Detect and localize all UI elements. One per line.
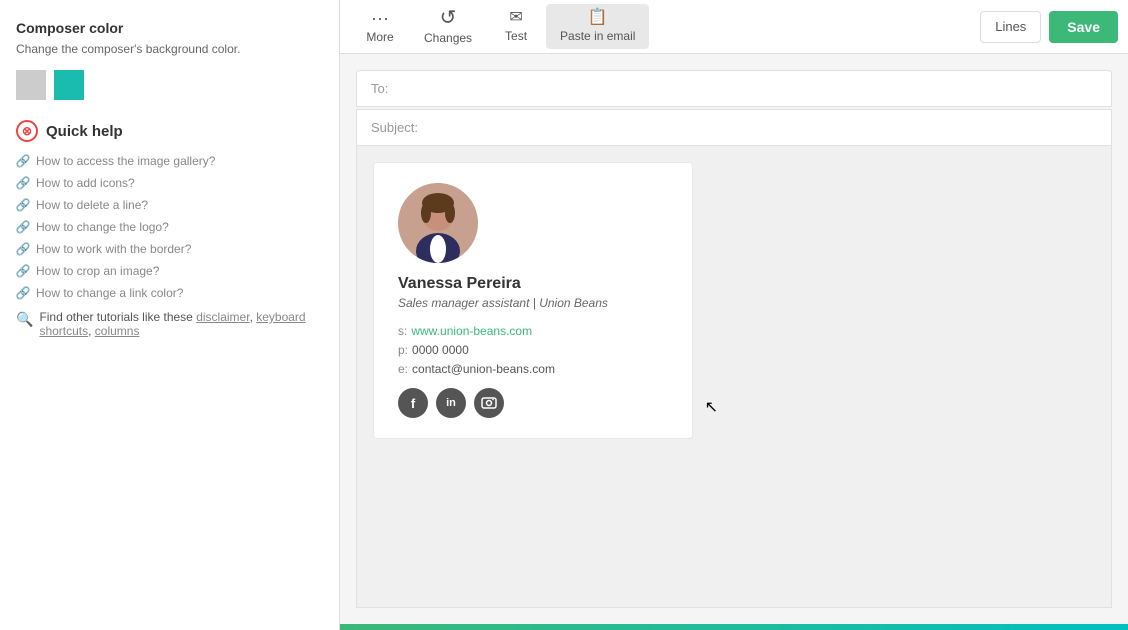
paste-icon: 📋: [588, 10, 608, 26]
changes-button[interactable]: ↺ Changes: [410, 2, 486, 51]
link-icon-3: 🔗: [16, 198, 30, 212]
color-swatch-accent[interactable]: [54, 70, 84, 100]
more-icon: ···: [371, 9, 389, 27]
sig-email: e: contact@union-beans.com: [398, 362, 668, 376]
signature-card: Vanessa Pereira Sales manager assistant …: [373, 162, 693, 439]
email-area: To: Subject:: [340, 54, 1128, 624]
instagram-icon[interactable]: [474, 388, 504, 418]
lines-input[interactable]: Lines: [980, 11, 1041, 43]
tutorial-link-disclaimer[interactable]: disclaimer: [196, 310, 249, 324]
link-icon-5: 🔗: [16, 242, 30, 256]
to-field[interactable]: To:: [356, 70, 1112, 107]
cursor-indicator: ↖: [705, 397, 713, 411]
color-swatches: [16, 70, 323, 100]
more-button[interactable]: ··· More: [350, 3, 410, 50]
quick-help-title: Quick help: [46, 123, 123, 140]
color-swatch-light[interactable]: [16, 70, 46, 100]
help-link-gallery[interactable]: 🔗 How to access the image gallery?: [16, 154, 323, 168]
find-tutorials: 🔍 Find other tutorials like these discla…: [16, 310, 323, 338]
help-link-border[interactable]: 🔗 How to work with the border?: [16, 242, 323, 256]
help-links-list: 🔗 How to access the image gallery? 🔗 How…: [16, 154, 323, 300]
main-area: ··· More ↺ Changes ✉ Test 📋 Paste in ema…: [340, 0, 1128, 630]
test-icon: ✉: [509, 10, 522, 26]
help-link-icons[interactable]: 🔗 How to add icons?: [16, 176, 323, 190]
composer-color-title: Composer color: [16, 20, 323, 36]
tutorial-link-columns[interactable]: columns: [95, 324, 140, 338]
sig-name: Vanessa Pereira: [398, 275, 668, 293]
lifebuoy-icon: ⊗: [16, 120, 38, 142]
sig-email-link[interactable]: contact@union-beans.com: [412, 362, 555, 376]
linkedin-icon[interactable]: in: [436, 388, 466, 418]
help-link-delete-line[interactable]: 🔗 How to delete a line?: [16, 198, 323, 212]
subject-field[interactable]: Subject:: [356, 109, 1112, 146]
changes-icon: ↺: [440, 8, 457, 28]
link-icon-4: 🔗: [16, 220, 30, 234]
test-button[interactable]: ✉ Test: [486, 4, 546, 49]
link-icon-1: 🔗: [16, 154, 30, 168]
sig-title: Sales manager assistant | Union Beans: [398, 296, 668, 310]
sidebar: Composer color Change the composer's bac…: [0, 0, 340, 630]
sig-website-link[interactable]: www.union-beans.com: [411, 324, 532, 338]
facebook-icon[interactable]: f: [398, 388, 428, 418]
help-link-link-color[interactable]: 🔗 How to change a link color?: [16, 286, 323, 300]
sig-phone: p: 0000 0000: [398, 343, 668, 357]
composer-color-section: Composer color Change the composer's bac…: [16, 20, 323, 100]
help-link-crop[interactable]: 🔗 How to crop an image?: [16, 264, 323, 278]
link-icon-7: 🔗: [16, 286, 30, 300]
sig-website: s: www.union-beans.com: [398, 324, 668, 338]
link-icon-2: 🔗: [16, 176, 30, 190]
composer-color-desc: Change the composer's background color.: [16, 42, 323, 56]
quick-help-header: ⊗ Quick help: [16, 120, 323, 142]
bottom-bar: [340, 624, 1128, 630]
paste-button[interactable]: 📋 Paste in email: [546, 4, 649, 49]
toolbar: ··· More ↺ Changes ✉ Test 📋 Paste in ema…: [340, 0, 1128, 54]
help-link-change-logo[interactable]: 🔗 How to change the logo?: [16, 220, 323, 234]
link-icon-6: 🔗: [16, 264, 30, 278]
sig-social: f in: [398, 388, 668, 418]
email-body[interactable]: Vanessa Pereira Sales manager assistant …: [356, 146, 1112, 608]
search-icon: 🔍: [16, 311, 33, 328]
save-button[interactable]: Save: [1049, 11, 1118, 43]
avatar: [398, 183, 478, 263]
